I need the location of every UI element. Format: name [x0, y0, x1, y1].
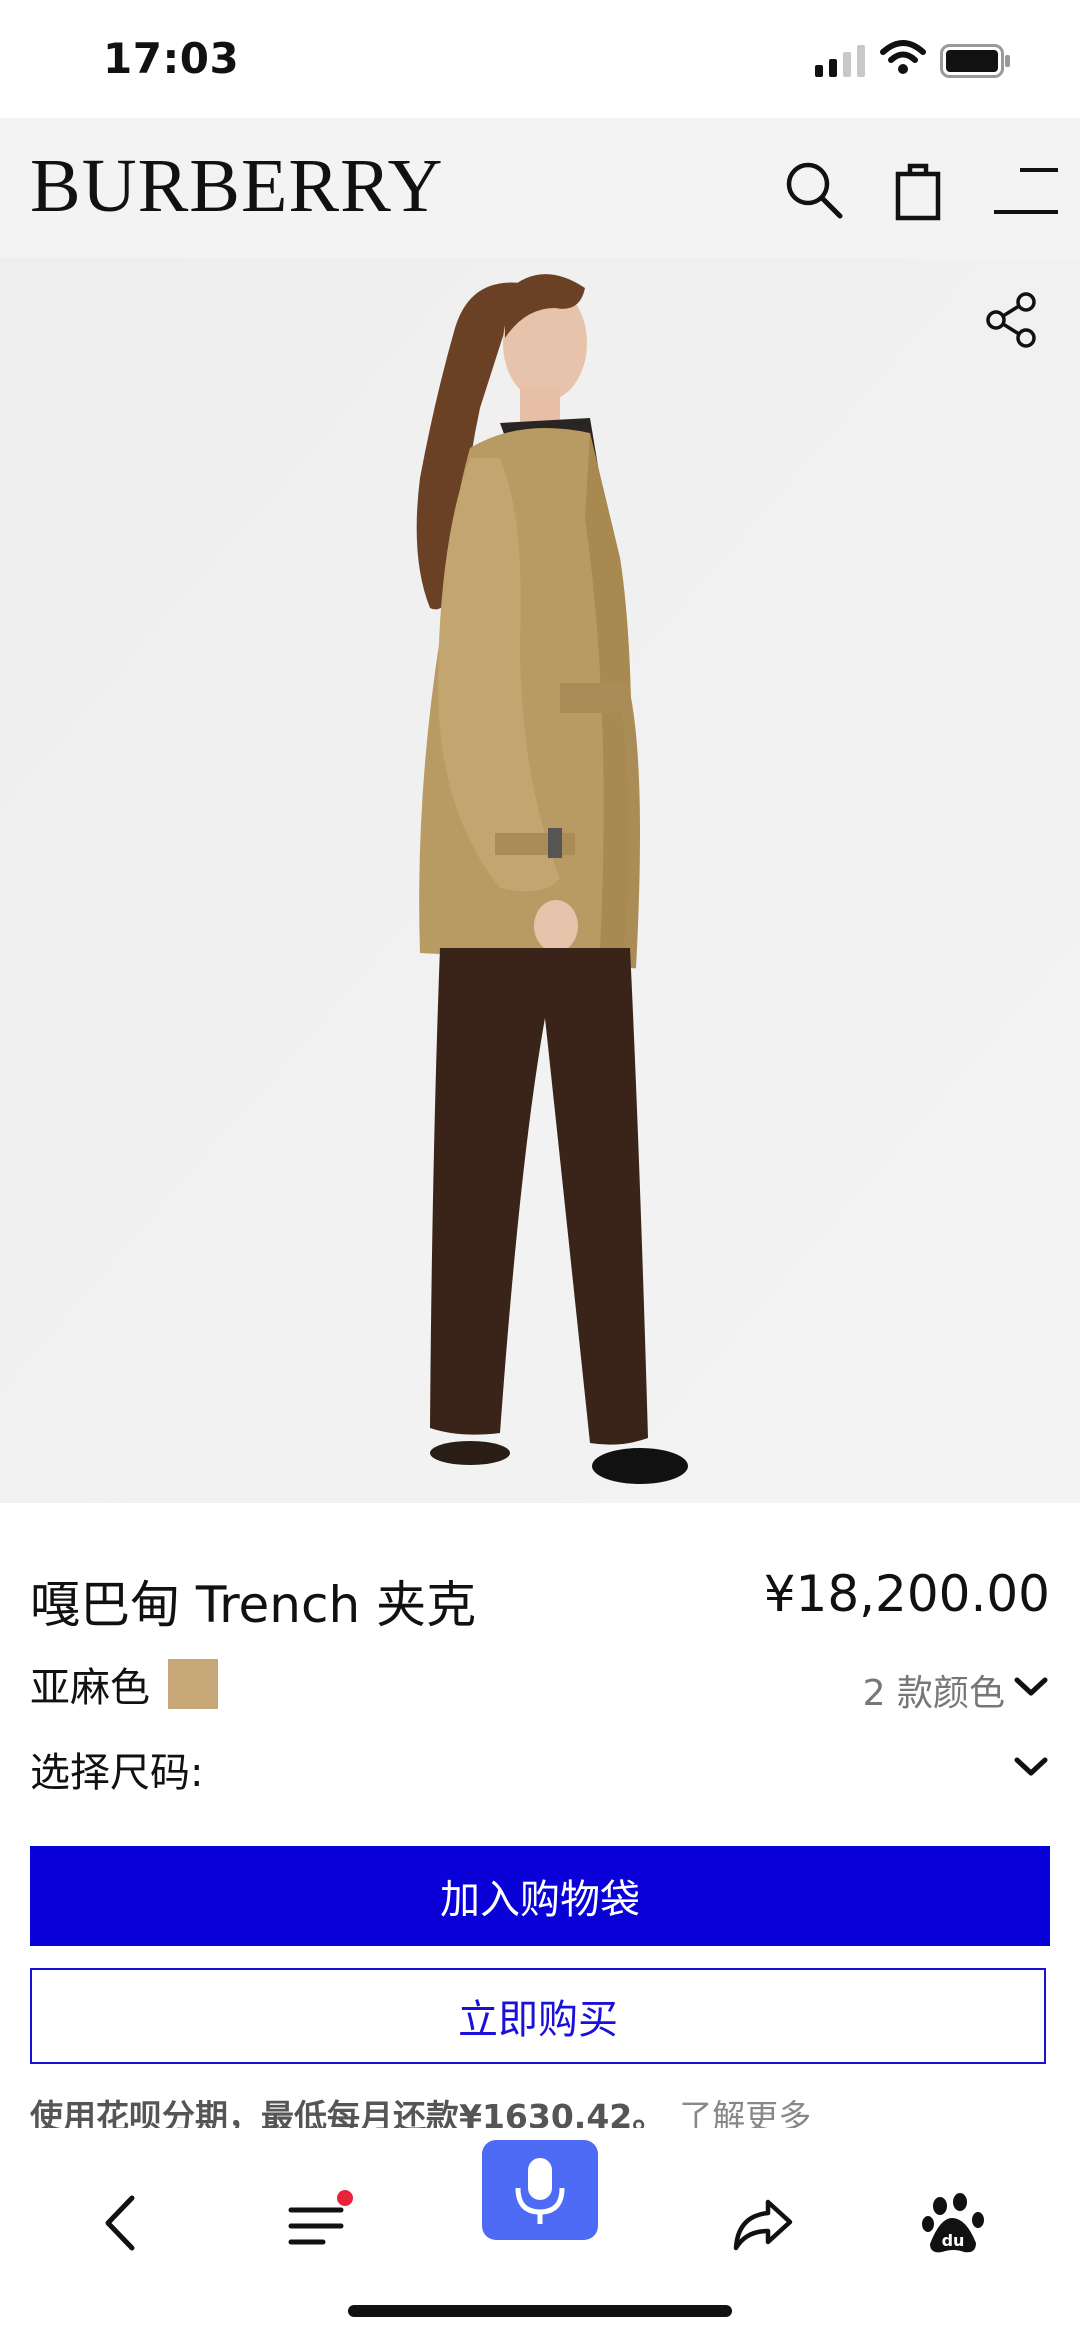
- back-button[interactable]: [88, 2188, 158, 2258]
- svg-text:du: du: [942, 2231, 965, 2250]
- size-selector[interactable]: 选择尺码:: [30, 1740, 203, 1798]
- battery-icon: [940, 44, 1010, 78]
- chevron-down-icon[interactable]: [1013, 1676, 1049, 1698]
- shopping-bag-icon: [895, 163, 941, 221]
- share-button[interactable]: [982, 290, 1042, 350]
- brand-logo[interactable]: BURBERRY: [30, 148, 443, 224]
- signal-icon: [815, 45, 865, 77]
- product-price: ¥18,200.00: [763, 1565, 1050, 1623]
- chevron-down-icon[interactable]: [1013, 1756, 1049, 1778]
- color-count-selector[interactable]: 2 款颜色: [863, 1664, 1005, 1716]
- voice-search-button[interactable]: [482, 2140, 598, 2240]
- tabs-icon: [288, 2190, 353, 2245]
- tabs-button[interactable]: [283, 2188, 353, 2258]
- status-bar: 17:03: [0, 0, 1080, 118]
- model-photo: [0, 258, 1080, 1503]
- product-title: 嘎巴甸 Trench 夹克: [30, 1576, 477, 1634]
- home-indicator[interactable]: [348, 2305, 732, 2317]
- color-row: 亚麻色: [30, 1658, 218, 1711]
- color-swatch[interactable]: [168, 1659, 218, 1709]
- status-time: 17:03: [103, 34, 240, 83]
- add-to-bag-button[interactable]: 加入购物袋: [30, 1846, 1050, 1946]
- baidu-paw-icon: du: [922, 2193, 984, 2253]
- product-image[interactable]: [0, 258, 1080, 1503]
- buy-now-button[interactable]: 立即购买: [30, 1968, 1046, 2064]
- wifi-icon: [880, 40, 926, 74]
- microphone-icon: [515, 2158, 565, 2224]
- forward-button[interactable]: [728, 2188, 798, 2258]
- chevron-left-icon: [105, 2195, 135, 2251]
- shopping-bag-button[interactable]: [883, 156, 953, 226]
- forward-share-icon: [733, 2199, 793, 2251]
- hamburger-menu-icon: [994, 168, 1058, 214]
- share-icon: [986, 292, 1036, 348]
- search-button[interactable]: [780, 156, 850, 226]
- baidu-home-button[interactable]: du: [918, 2188, 988, 2258]
- search-icon: [786, 162, 843, 219]
- menu-button[interactable]: [990, 156, 1060, 226]
- color-label: 亚麻色: [30, 1665, 150, 1711]
- site-header: BURBERRY: [0, 118, 1080, 258]
